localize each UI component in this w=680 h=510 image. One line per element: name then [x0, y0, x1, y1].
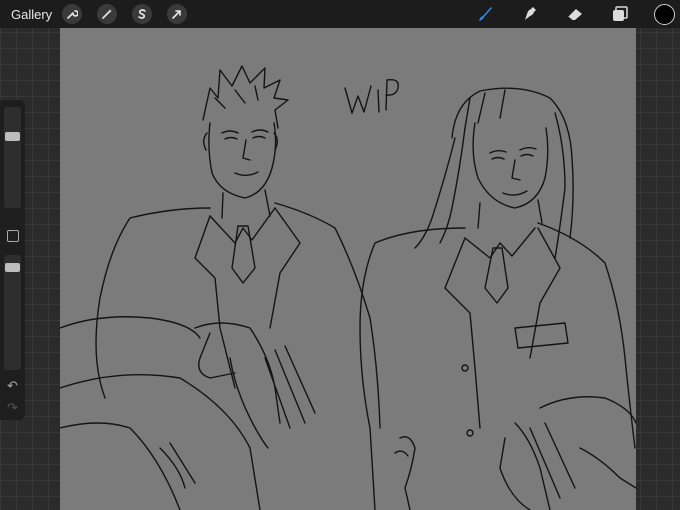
color-picker-swatch[interactable] — [654, 3, 675, 25]
right-tools — [451, 0, 680, 28]
modify-button[interactable] — [7, 230, 19, 242]
undo-icon[interactable]: ↶ — [5, 378, 20, 393]
wrench-icon — [67, 10, 79, 19]
brush-size-slider[interactable] — [4, 107, 21, 208]
layers-tool[interactable] — [609, 3, 631, 25]
layers-icon — [613, 6, 628, 21]
selection-s-icon — [138, 9, 146, 19]
gallery-button[interactable]: Gallery — [11, 7, 52, 22]
transform-button[interactable] — [167, 4, 188, 24]
sketch-artwork — [60, 65, 636, 510]
eraser-icon — [567, 9, 582, 21]
opacity-slider[interactable] — [4, 255, 21, 370]
redo-icon[interactable]: ↷ — [5, 400, 20, 415]
arrow-cursor-icon — [172, 10, 181, 19]
left-sidebar: ↶ ↷ — [0, 100, 25, 420]
opacity-thumb[interactable] — [5, 263, 20, 272]
smudge-tool[interactable] — [519, 3, 541, 25]
brush-tool[interactable] — [474, 3, 496, 25]
actions-button[interactable] — [62, 4, 83, 24]
magic-wand-icon — [102, 9, 113, 19]
brush-icon — [479, 7, 492, 21]
drawing-canvas[interactable] — [60, 28, 636, 510]
brush-size-thumb[interactable] — [5, 132, 20, 141]
selection-button[interactable] — [132, 4, 153, 24]
adjustments-button[interactable] — [97, 4, 118, 24]
eraser-tool[interactable] — [564, 3, 586, 25]
top-toolbar: Gallery — [0, 0, 680, 28]
smudge-icon — [525, 7, 536, 20]
